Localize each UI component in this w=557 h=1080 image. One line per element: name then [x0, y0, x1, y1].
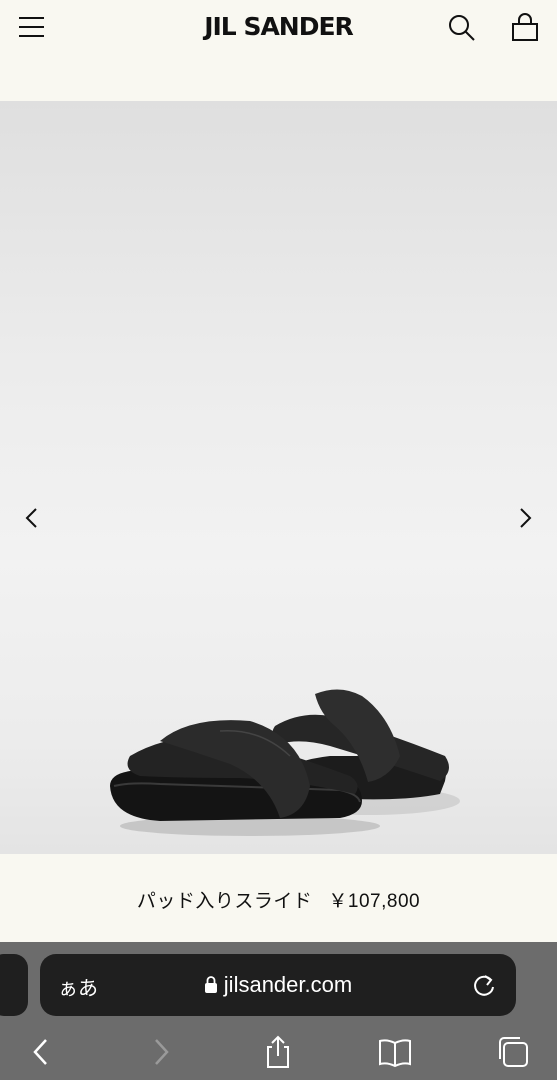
- chevron-left-icon[interactable]: [17, 503, 47, 533]
- reload-icon[interactable]: [470, 971, 498, 999]
- search-icon[interactable]: [446, 12, 478, 44]
- browser-bottom-bar: ぁあ jilsander.com: [0, 942, 557, 1080]
- product-title-line: パッド入りスライド ￥107,800: [0, 886, 557, 913]
- address-bar[interactable]: ぁあ jilsander.com: [40, 954, 516, 1016]
- product-info: パッド入りスライド ￥107,800: [0, 854, 557, 942]
- shopping-bag-icon[interactable]: [508, 11, 542, 45]
- back-icon[interactable]: [24, 1034, 60, 1070]
- site-header: JIL SANDER: [0, 0, 557, 100]
- tabs-icon[interactable]: [495, 1034, 531, 1070]
- previous-tab-peek[interactable]: [0, 954, 28, 1016]
- product-gallery[interactable]: [0, 101, 557, 854]
- bookmarks-icon[interactable]: [377, 1034, 413, 1070]
- product-price: ￥107,800: [328, 891, 421, 912]
- product-image: [110, 689, 460, 836]
- chevron-right-icon[interactable]: [510, 503, 540, 533]
- product-name: パッド入りスライド: [136, 891, 313, 912]
- product-page: JIL SANDER パッド入りスライド ￥107,800 ぁあ jilsand…: [0, 0, 557, 1080]
- forward-icon[interactable]: [144, 1034, 180, 1070]
- lock-icon: [204, 976, 217, 993]
- url-text: jilsander.com: [223, 972, 353, 997]
- url-display[interactable]: jilsander.com: [40, 972, 516, 998]
- share-icon[interactable]: [260, 1034, 296, 1070]
